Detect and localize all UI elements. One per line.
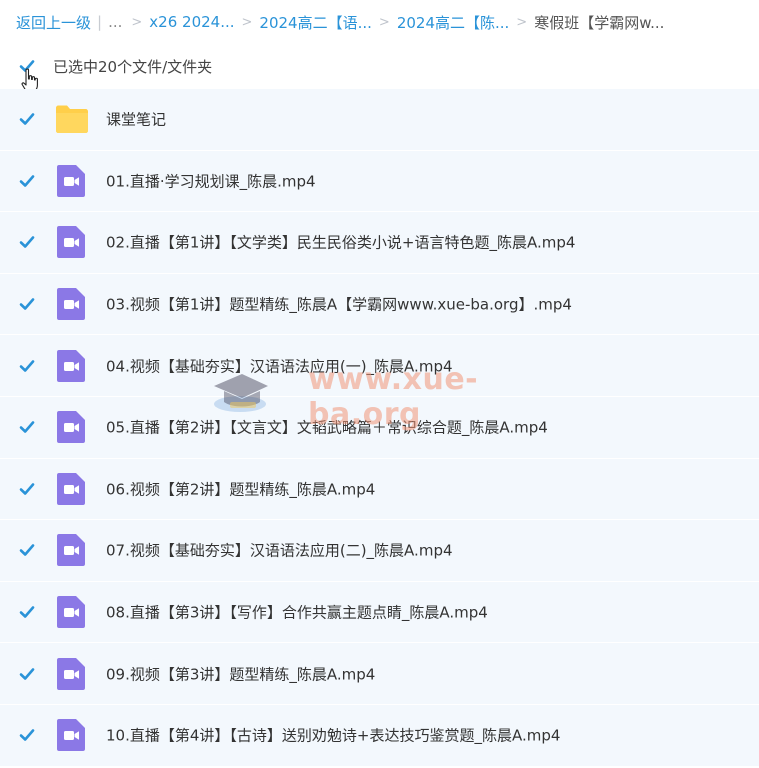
file-row[interactable]: 06.视频【第2讲】题型精练_陈晨A.mp4 bbox=[0, 458, 759, 521]
video-file-icon bbox=[56, 349, 86, 383]
breadcrumb-current: 寒假班【学霸网w... bbox=[534, 13, 665, 32]
video-file-icon bbox=[56, 472, 86, 506]
file-row[interactable]: 07.视频【基础夯实】汉语语法应用(二)_陈晨A.mp4 bbox=[0, 520, 759, 582]
file-name[interactable]: 05.直播【第2讲】【文言文】文韬武略篇＋常识综合题_陈晨A.mp4 bbox=[106, 417, 548, 438]
file-name[interactable]: 02.直播【第1讲】【文学类】民生民俗类小说+语言特色题_陈晨A.mp4 bbox=[106, 232, 575, 253]
file-name[interactable]: 08.直播【第3讲】【写作】合作共赢主题点睛_陈晨A.mp4 bbox=[106, 602, 488, 623]
file-checkbox[interactable] bbox=[18, 726, 36, 744]
file-row[interactable]: 02.直播【第1讲】【文学类】民生民俗类小说+语言特色题_陈晨A.mp4 bbox=[0, 212, 759, 274]
video-file-icon bbox=[56, 225, 86, 259]
file-checkbox[interactable] bbox=[18, 172, 36, 190]
select-all-checkbox[interactable] bbox=[18, 57, 36, 75]
file-name[interactable]: 10.直播【第4讲】【古诗】送别劝勉诗+表达技巧鉴赏题_陈晨A.mp4 bbox=[106, 725, 560, 746]
file-name[interactable]: 03.视频【第1讲】题型精练_陈晨A【学霸网www.xue-ba.org】.mp… bbox=[106, 294, 572, 315]
file-checkbox[interactable] bbox=[18, 110, 36, 128]
video-file-icon bbox=[56, 657, 86, 691]
breadcrumb-item[interactable]: 2024高二【语... bbox=[259, 12, 371, 33]
file-row[interactable]: 09.视频【第3讲】题型精练_陈晨A.mp4 bbox=[0, 643, 759, 705]
file-checkbox[interactable] bbox=[18, 541, 36, 559]
file-checkbox[interactable] bbox=[18, 418, 36, 436]
breadcrumb-item[interactable]: x26 2024... bbox=[149, 13, 234, 31]
file-name[interactable]: 04.视频【基础夯实】汉语语法应用(一)_陈晨A.mp4 bbox=[106, 355, 453, 376]
breadcrumb-separator-icon: > bbox=[131, 14, 143, 30]
file-name[interactable]: 课堂笔记 bbox=[106, 109, 166, 130]
breadcrumb-divider: | bbox=[97, 13, 103, 31]
breadcrumb: 返回上一级 | ... > x26 2024... > 2024高二【语... … bbox=[16, 11, 664, 33]
file-checkbox[interactable] bbox=[18, 295, 36, 313]
file-checkbox[interactable] bbox=[18, 233, 36, 251]
breadcrumb-separator-icon: > bbox=[516, 14, 528, 30]
selection-bar: 已选中20个文件/文件夹 bbox=[18, 54, 212, 78]
video-file-icon bbox=[56, 410, 86, 444]
back-link[interactable]: 返回上一级 bbox=[16, 12, 91, 33]
file-checkbox[interactable] bbox=[18, 480, 36, 498]
video-file-icon bbox=[56, 595, 86, 629]
video-file-icon bbox=[56, 287, 86, 321]
breadcrumb-item[interactable]: 2024高二【陈... bbox=[397, 12, 509, 33]
video-file-icon bbox=[56, 718, 86, 752]
file-name[interactable]: 09.视频【第3讲】题型精练_陈晨A.mp4 bbox=[106, 663, 375, 684]
file-row[interactable]: 08.直播【第3讲】【写作】合作共赢主题点睛_陈晨A.mp4 bbox=[0, 581, 759, 644]
file-row[interactable]: 05.直播【第2讲】【文言文】文韬武略篇＋常识综合题_陈晨A.mp4 bbox=[0, 396, 759, 459]
file-checkbox[interactable] bbox=[18, 603, 36, 621]
file-list: 课堂笔记 01.直播·学习规划课_陈晨.mp4 02.直播【第1讲】【文学类】民生民… bbox=[0, 89, 759, 767]
file-name[interactable]: 06.视频【第2讲】题型精练_陈晨A.mp4 bbox=[106, 478, 375, 499]
file-row[interactable]: 01.直播·学习规划课_陈晨.mp4 bbox=[0, 150, 759, 213]
file-name[interactable]: 07.视频【基础夯实】汉语语法应用(二)_陈晨A.mp4 bbox=[106, 540, 453, 561]
file-checkbox[interactable] bbox=[18, 665, 36, 683]
file-checkbox[interactable] bbox=[18, 357, 36, 375]
selection-count-label: 已选中20个文件/文件夹 bbox=[53, 57, 213, 76]
file-row[interactable]: 03.视频【第1讲】题型精练_陈晨A【学霸网www.xue-ba.org】.mp… bbox=[0, 273, 759, 336]
breadcrumb-ellipsis[interactable]: ... bbox=[108, 13, 122, 31]
breadcrumb-separator-icon: > bbox=[241, 14, 253, 30]
video-file-icon bbox=[56, 164, 86, 198]
file-row[interactable]: 课堂笔记 bbox=[0, 89, 759, 151]
file-name[interactable]: 01.直播·学习规划课_陈晨.mp4 bbox=[106, 170, 316, 191]
breadcrumb-separator-icon: > bbox=[378, 14, 390, 30]
video-file-icon bbox=[56, 533, 86, 567]
folder-icon bbox=[54, 103, 90, 135]
file-row[interactable]: 04.视频【基础夯实】汉语语法应用(一)_陈晨A.mp4 bbox=[0, 335, 759, 397]
file-row[interactable]: 10.直播【第4讲】【古诗】送别劝勉诗+表达技巧鉴赏题_陈晨A.mp4 bbox=[0, 704, 759, 767]
